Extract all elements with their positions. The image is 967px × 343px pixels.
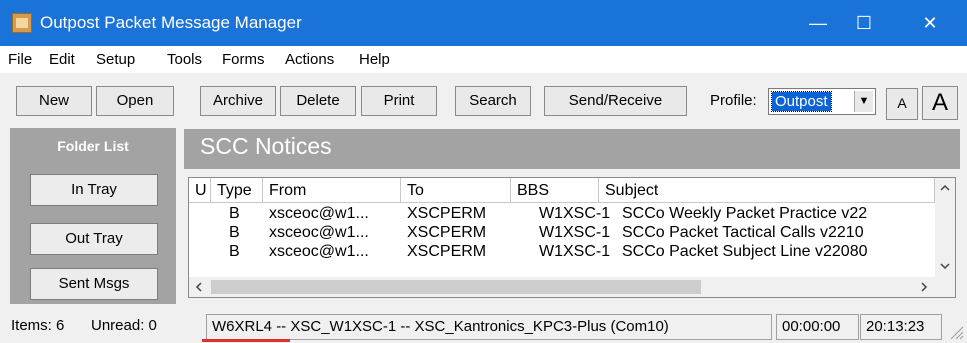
archive-button[interactable]: Archive bbox=[200, 86, 276, 116]
menu-edit[interactable]: Edit bbox=[49, 51, 75, 68]
cell-subject: SCCo Packet Tactical Calls v2210 bbox=[622, 224, 864, 241]
chevron-up-icon[interactable] bbox=[940, 184, 950, 191]
open-button[interactable]: Open bbox=[96, 86, 174, 116]
font-larger-button[interactable]: A bbox=[922, 86, 958, 120]
cell-bbs: W1XSC-1 bbox=[539, 224, 611, 241]
maximize-button[interactable]: ☐ bbox=[841, 0, 887, 46]
menu-setup[interactable]: Setup bbox=[96, 51, 135, 68]
cell-from: xsceoc@w1... bbox=[269, 243, 369, 260]
resize-grip-icon[interactable] bbox=[948, 324, 964, 340]
folder-in-tray-button[interactable]: In Tray bbox=[30, 174, 158, 206]
current-folder-header: SCC Notices bbox=[184, 129, 960, 169]
cell-to: XSCPERM bbox=[407, 205, 487, 222]
window-title: Outpost Packet Message Manager bbox=[40, 13, 302, 32]
cell-bbs: W1XSC-1 bbox=[539, 205, 611, 222]
column-header-to[interactable]: To bbox=[401, 178, 511, 203]
cell-u bbox=[193, 224, 209, 242]
column-header-u[interactable]: U bbox=[189, 178, 211, 203]
folder-list-title: Folder List bbox=[57, 138, 129, 154]
menu-bar: File Edit Setup Tools Forms Actions Help bbox=[0, 46, 967, 73]
column-header-bbs[interactable]: BBS bbox=[511, 178, 599, 203]
message-list[interactable]: U Type From To BBS Subject B xsceoc@w1..… bbox=[188, 177, 956, 298]
menu-file[interactable]: File bbox=[8, 51, 32, 68]
chevron-down-icon[interactable]: ▼ bbox=[854, 91, 873, 112]
cell-subject: SCCo Weekly Packet Practice v22 bbox=[622, 205, 868, 222]
scrollbar-corner bbox=[935, 277, 955, 297]
cell-to: XSCPERM bbox=[407, 243, 487, 260]
profile-select[interactable]: Outpost ▼ bbox=[768, 88, 876, 115]
outpost-app-icon[interactable] bbox=[12, 13, 32, 33]
delete-button[interactable]: Delete bbox=[280, 86, 356, 116]
menu-forms[interactable]: Forms bbox=[222, 51, 265, 68]
cell-type: B bbox=[229, 205, 240, 222]
cell-subject: SCCo Packet Subject Line v22080 bbox=[622, 243, 868, 260]
status-unread: Unread: 0 bbox=[91, 317, 157, 334]
status-clock: 20:13:23 bbox=[860, 314, 942, 340]
cell-to: XSCPERM bbox=[407, 224, 487, 241]
new-button[interactable]: New bbox=[16, 86, 92, 116]
cell-u bbox=[193, 243, 209, 261]
folder-sent-msgs-button[interactable]: Sent Msgs bbox=[30, 268, 158, 300]
chevron-left-icon[interactable] bbox=[195, 282, 202, 292]
status-bar: Items: 6 Unread: 0 W6XRL4 -- XSC_W1XSC-1… bbox=[0, 310, 967, 343]
status-items: Items: 6 bbox=[11, 317, 65, 334]
column-header-subject[interactable]: Subject bbox=[599, 178, 935, 203]
folder-out-tray-button[interactable]: Out Tray bbox=[30, 223, 158, 255]
annotation-underline bbox=[202, 339, 290, 342]
folder-list-panel: Folder List In Tray Out Tray Sent Msgs bbox=[10, 128, 176, 304]
menu-help[interactable]: Help bbox=[359, 51, 390, 68]
menu-actions[interactable]: Actions bbox=[285, 51, 334, 68]
chevron-right-icon[interactable] bbox=[921, 282, 928, 292]
cell-from: xsceoc@w1... bbox=[269, 224, 369, 241]
profile-value: Outpost bbox=[771, 91, 832, 112]
minimize-button[interactable]: — bbox=[795, 0, 841, 46]
chevron-down-icon[interactable] bbox=[940, 263, 950, 270]
vertical-scrollbar[interactable] bbox=[935, 178, 955, 278]
column-header-from[interactable]: From bbox=[263, 178, 401, 203]
close-button[interactable]: ✕ bbox=[907, 0, 953, 46]
cell-from: xsceoc@w1... bbox=[269, 205, 369, 222]
menu-tools[interactable]: Tools bbox=[167, 51, 202, 68]
font-smaller-button[interactable]: A bbox=[886, 88, 918, 120]
cell-type: B bbox=[229, 224, 240, 241]
print-button[interactable]: Print bbox=[361, 86, 437, 116]
search-button[interactable]: Search bbox=[455, 86, 531, 116]
title-bar: Outpost Packet Message Manager — ☐ ✕ bbox=[0, 0, 967, 46]
horizontal-scrollbar[interactable] bbox=[189, 277, 935, 297]
cell-u bbox=[193, 205, 209, 223]
status-connection: W6XRL4 -- XSC_W1XSC-1 -- XSC_Kantronics_… bbox=[206, 314, 772, 340]
send-receive-button[interactable]: Send/Receive bbox=[544, 86, 687, 116]
cell-type: B bbox=[229, 243, 240, 260]
current-folder-title: SCC Notices bbox=[200, 133, 332, 159]
status-timer: 00:00:00 bbox=[776, 314, 859, 340]
column-header-type[interactable]: Type bbox=[211, 178, 263, 203]
cell-bbs: W1XSC-1 bbox=[539, 243, 611, 260]
horizontal-scroll-thumb[interactable] bbox=[211, 280, 701, 294]
profile-label: Profile: bbox=[710, 92, 757, 109]
